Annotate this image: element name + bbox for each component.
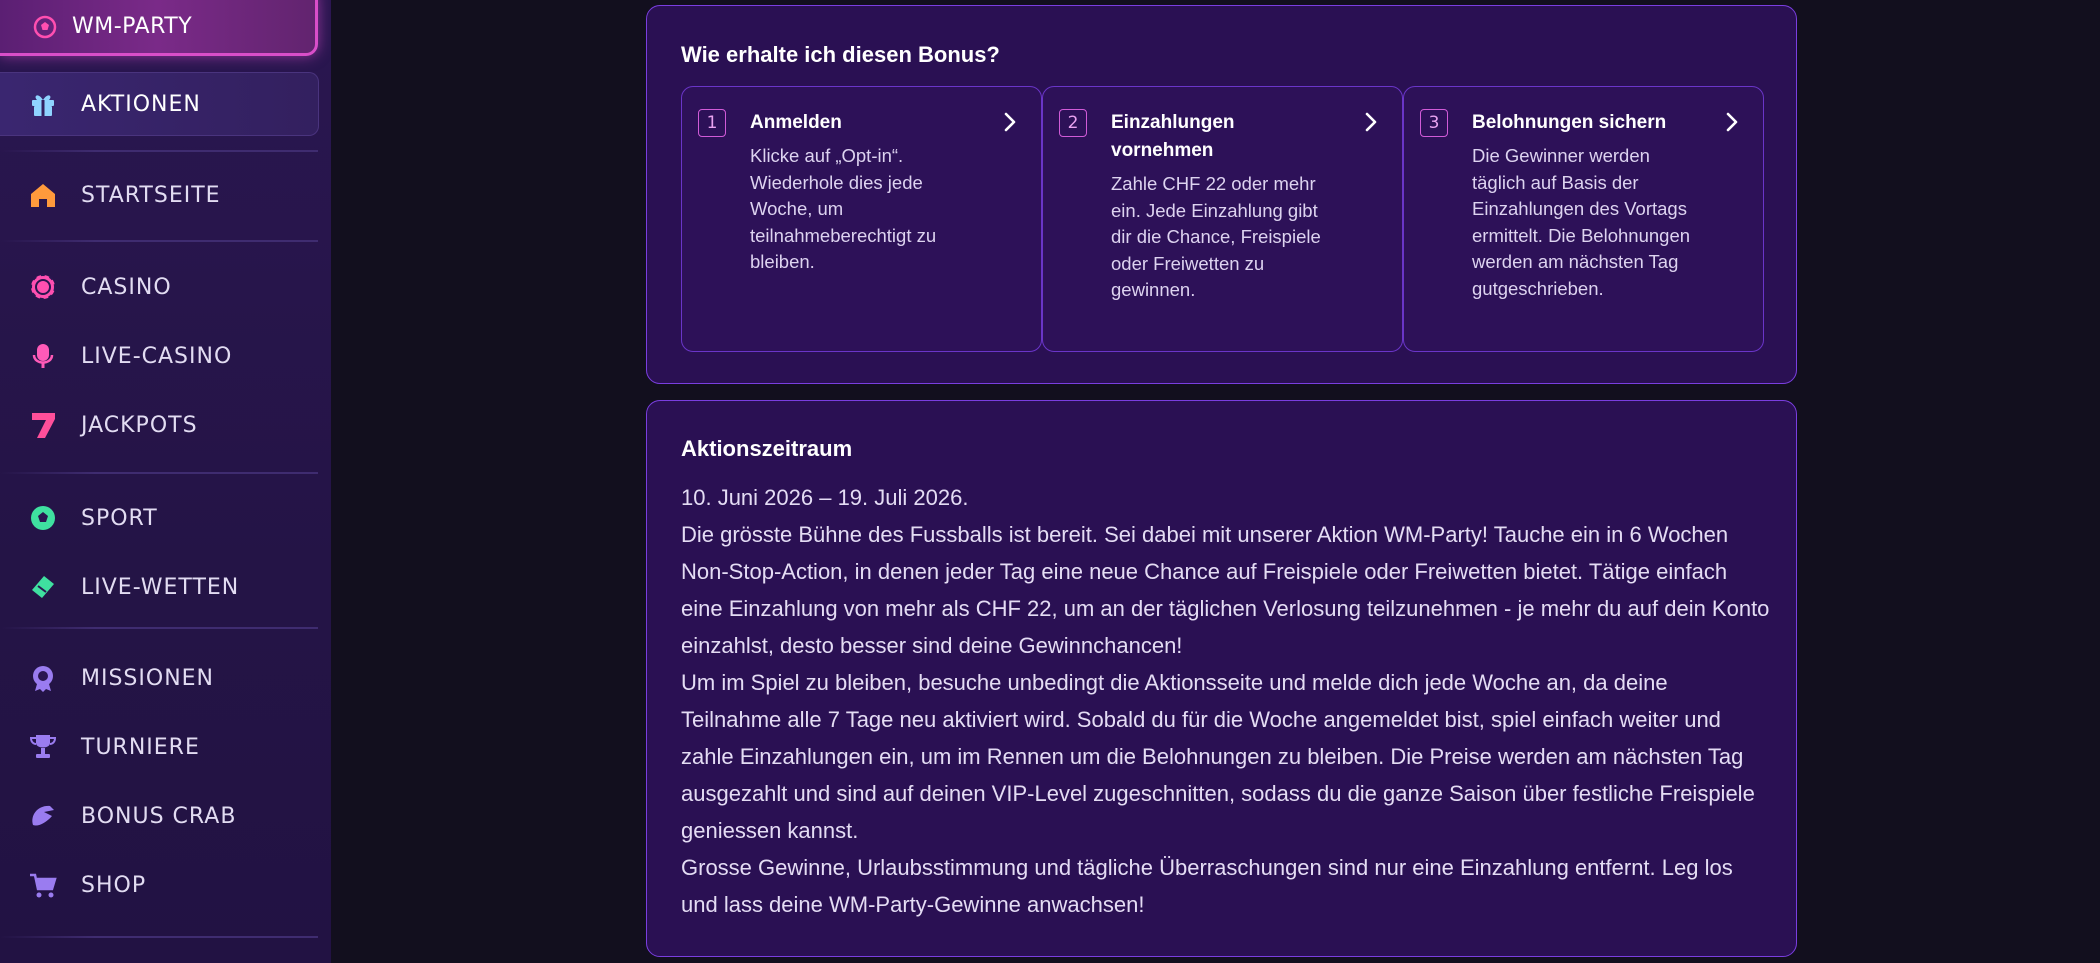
microphone-icon xyxy=(26,339,60,373)
sidebar-item-jackpots[interactable]: JACKPOTS xyxy=(0,394,318,456)
cart-icon xyxy=(26,868,60,902)
step-title: Anmelden xyxy=(750,112,842,133)
step-text: Die Gewinner werden täglich auf Basis de… xyxy=(1472,145,1691,299)
sidebar-item-wm-party[interactable]: WM-PARTY xyxy=(0,0,318,56)
sidebar-divider xyxy=(0,936,318,938)
sidebar-item-label: CASINO xyxy=(81,274,172,300)
seven-icon xyxy=(26,408,60,442)
claw-icon xyxy=(26,799,60,833)
sidebar-item-bonus-crab[interactable]: BONUS CRAB xyxy=(0,785,318,847)
sidebar-item-casino[interactable]: CASINO xyxy=(0,256,318,318)
sidebar-item-shop[interactable]: SHOP xyxy=(0,854,318,916)
sidebar-item-label: WM-PARTY xyxy=(72,14,193,39)
sidebar-divider xyxy=(0,150,318,152)
sidebar-item-startseite[interactable]: STARTSEITE xyxy=(0,164,318,226)
sidebar-item-label: TURNIERE xyxy=(81,734,200,760)
sidebar-divider xyxy=(0,240,318,242)
step-card-anmelden[interactable]: 1 Anmelden Klicke auf „Opt-in“. Wiederho… xyxy=(681,86,1042,352)
step-title: Belohnungen sichern xyxy=(1472,112,1667,133)
gift-icon xyxy=(26,87,60,121)
badge-icon xyxy=(26,661,60,695)
sidebar-divider xyxy=(0,627,318,629)
step-number: 1 xyxy=(698,109,726,137)
step-text: Zahle CHF 22 oder mehr ein. Jede Einzahl… xyxy=(1111,173,1321,300)
soccer-ball-icon xyxy=(30,12,60,42)
promotion-period-card: Aktionszeitraum 10. Juni 2026 – 19. Juli… xyxy=(646,400,1797,957)
step-number: 3 xyxy=(1420,109,1448,137)
casino-chip-icon xyxy=(26,270,60,304)
sidebar-item-label: AKTIONEN xyxy=(81,91,201,117)
chevron-right-icon xyxy=(1004,112,1016,132)
sidebar-item-live-casino[interactable]: LIVE-CASINO xyxy=(0,325,318,387)
step-card-einzahlungen[interactable]: 2 Einzahlungen vornehmen Zahle CHF 22 od… xyxy=(1042,86,1403,352)
sidebar-item-live-wetten[interactable]: LIVE-WETTEN xyxy=(0,556,318,618)
period-paragraph: Die grösste Bühne des Fussballs ist bere… xyxy=(681,522,1770,658)
step-card-belohnungen[interactable]: 3 Belohnungen sichern Die Gewinner werde… xyxy=(1403,86,1764,352)
chevron-right-icon xyxy=(1365,112,1377,132)
step-number: 2 xyxy=(1059,109,1087,137)
sidebar-item-missionen[interactable]: MISSIONEN xyxy=(0,647,318,709)
period-description: 10. Juni 2026 – 19. Juli 2026. Die gröss… xyxy=(681,479,1771,923)
sidebar-item-label: SHOP xyxy=(81,872,147,898)
sidebar-item-label: LIVE-CASINO xyxy=(81,343,233,369)
home-icon xyxy=(26,178,60,212)
sidebar-item-label: SPORT xyxy=(81,505,158,531)
sidebar-item-turniere[interactable]: TURNIERE xyxy=(0,716,318,778)
sidebar-item-aktionen[interactable]: AKTIONEN xyxy=(0,72,319,136)
sidebar-item-sport[interactable]: SPORT xyxy=(0,487,318,549)
sidebar-item-label: MISSIONEN xyxy=(81,665,215,691)
sidebar-item-label: BONUS CRAB xyxy=(81,803,237,829)
period-paragraph: Grosse Gewinne, Urlaubsstimmung und tägl… xyxy=(681,855,1733,917)
ticket-icon xyxy=(26,570,60,604)
chevron-right-icon xyxy=(1726,112,1738,132)
step-title: Einzahlungen vornehmen xyxy=(1111,112,1235,161)
sidebar-item-label: STARTSEITE xyxy=(81,182,221,208)
soccer-ball-icon xyxy=(26,501,60,535)
howto-card: Wie erhalte ich diesen Bonus? 1 Anmelden… xyxy=(646,5,1797,384)
period-paragraph: Um im Spiel zu bleiben, besuche unbeding… xyxy=(681,670,1755,843)
steps-list: 1 Anmelden Klicke auf „Opt-in“. Wiederho… xyxy=(681,86,1764,352)
trophy-icon xyxy=(26,730,60,764)
sidebar-item-label: LIVE-WETTEN xyxy=(81,574,240,600)
sidebar: WM-PARTY AKTIONEN STARTSEITE CASINO LIVE… xyxy=(0,0,331,963)
sidebar-item-label: JACKPOTS xyxy=(81,412,198,438)
period-title: Aktionszeitraum xyxy=(681,436,853,461)
sidebar-divider xyxy=(0,472,318,474)
period-dates: 10. Juni 2026 – 19. Juli 2026. xyxy=(681,485,969,510)
step-text: Klicke auf „Opt-in“. Wiederhole dies jed… xyxy=(750,145,937,272)
howto-title: Wie erhalte ich diesen Bonus? xyxy=(681,42,1000,67)
